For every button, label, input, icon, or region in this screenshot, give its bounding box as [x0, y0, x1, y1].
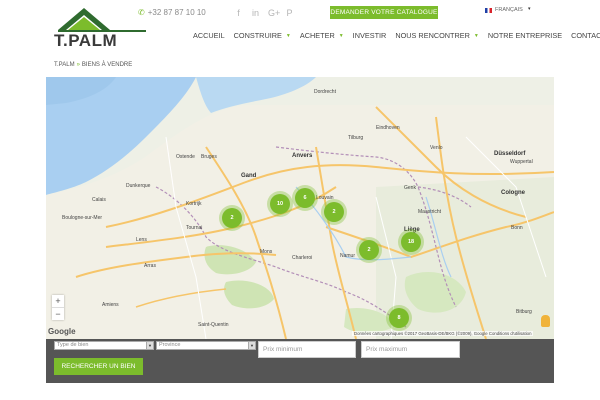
place-label: Bruges — [201, 154, 217, 160]
place-label: Maastricht — [418, 209, 442, 215]
map-tiles — [46, 77, 554, 339]
nav-label: CONTACT — [571, 31, 600, 40]
place-label: Venlo — [430, 145, 443, 151]
place-label: Genk — [404, 185, 416, 191]
nav-label: NOTRE ENTREPRISE — [487, 31, 563, 40]
property-cluster-marker[interactable]: 2 — [222, 208, 242, 228]
nav-item-investir[interactable]: INVESTIR — [353, 31, 387, 40]
property-search-bar: Type de bien ▼ Province ▼ RECHERCHER UN … — [46, 339, 554, 383]
breadcrumb-separator: » — [76, 62, 80, 68]
chevron-down-icon: ▼ — [146, 342, 153, 349]
linkedin-icon[interactable]: in — [251, 8, 260, 18]
place-label: Ostende — [176, 154, 195, 160]
search-property-button[interactable]: RECHERCHER UN BIEN — [54, 358, 143, 375]
chevron-down-icon: ▼ — [285, 32, 291, 39]
property-cluster-marker[interactable]: 8 — [389, 308, 409, 328]
nav-label: INVESTIR — [352, 31, 387, 40]
place-label: Arras — [144, 263, 156, 269]
map-attribution[interactable]: Données cartographiques ©2017 GeoBasis-D… — [352, 331, 534, 336]
chevron-down-icon: ▼ — [473, 32, 479, 39]
property-type-select[interactable]: Type de bien ▼ — [54, 341, 154, 350]
nav-item-acheter[interactable]: ACHETER ▼ — [300, 31, 344, 40]
place-label: Bonn — [511, 225, 523, 231]
place-label: Namur — [340, 253, 356, 259]
property-cluster-marker[interactable]: 2 — [359, 240, 379, 260]
province-value: Province — [159, 342, 181, 348]
chevron-down-icon: ▼ — [248, 342, 255, 349]
place-label: Dordrecht — [314, 89, 336, 95]
place-label: Amiens — [102, 302, 119, 308]
social-links: f in G+ P — [234, 8, 294, 18]
place-label: Mons — [260, 249, 273, 255]
nav-item-construire[interactable]: CONSTRUIRE ▼ — [234, 31, 291, 40]
google-plus-icon[interactable]: G+ — [268, 8, 280, 18]
breadcrumb: T.PALM» BIENS À VENDRE — [54, 62, 132, 68]
phone-icon: ✆ — [138, 8, 145, 17]
language-selector[interactable]: FRANÇAIS — [485, 7, 523, 13]
zoom-in-button[interactable]: + — [52, 295, 64, 307]
place-label: Kortrijk — [186, 201, 202, 207]
street-view-pegman-icon[interactable] — [541, 315, 550, 327]
place-label: Lens — [136, 237, 147, 243]
place-label: Eindhoven — [376, 125, 400, 131]
nav-label: ACHETER — [299, 31, 335, 40]
nav-item-nous-rencontrer[interactable]: NOUS RENCONTRER ▼ — [395, 31, 479, 40]
property-type-value: Type de bien — [57, 342, 89, 348]
property-map[interactable]: Dordrecht Tilburg Eindhoven Venlo Düssel… — [46, 77, 554, 339]
nav-item-accueil[interactable]: ACCUEIL — [193, 31, 225, 40]
language-chevron-down-icon[interactable]: ▾ — [528, 6, 531, 12]
breadcrumb-current: BIENS À VENDRE — [81, 62, 133, 68]
property-cluster-marker[interactable]: 6 — [295, 188, 315, 208]
nav-label: ACCUEIL — [193, 31, 225, 40]
place-label: Saint-Quentin — [198, 322, 229, 328]
logo[interactable]: T.PALM — [54, 6, 150, 50]
phone-number[interactable]: ✆ +32 87 87 10 10 — [138, 8, 206, 17]
map-zoom-control: + − — [52, 295, 64, 320]
chevron-down-icon: ▼ — [338, 32, 344, 39]
property-cluster-marker[interactable]: 2 — [324, 202, 344, 222]
place-label: Anvers — [292, 153, 313, 159]
place-label: Cologne — [501, 190, 525, 196]
place-label: Bitburg — [516, 309, 532, 315]
nav-label: CONSTRUIRE — [233, 31, 282, 40]
zoom-out-button[interactable]: − — [52, 308, 64, 320]
breadcrumb-home[interactable]: T.PALM — [54, 62, 75, 68]
nav-item-notre-entreprise[interactable]: NOTRE ENTREPRISE — [488, 31, 562, 40]
facebook-icon[interactable]: f — [234, 8, 243, 18]
logo-text: T.PALM — [54, 31, 118, 50]
place-label: Charleroi — [292, 255, 313, 261]
property-cluster-marker[interactable]: 10 — [270, 194, 290, 214]
place-label: Tournai — [186, 225, 203, 231]
place-label: Louvain — [316, 195, 334, 201]
place-label: Dunkerque — [126, 183, 151, 189]
french-flag-icon — [485, 7, 492, 13]
place-label: Boulogne-sur-Mer — [62, 215, 103, 221]
nav-item-contact[interactable]: CONTACT — [571, 31, 600, 40]
phone-text: +32 87 87 10 10 — [147, 8, 206, 17]
place-label: Gand — [241, 173, 257, 179]
nav-label: NOUS RENCONTRER — [395, 31, 470, 40]
language-label: FRANÇAIS — [495, 7, 523, 13]
place-label: Tilburg — [348, 135, 364, 141]
price-max-input[interactable] — [361, 341, 460, 358]
page: T.PALM ✆ +32 87 87 10 10 f in G+ P DEMAND… — [0, 0, 600, 400]
place-label: Calais — [92, 197, 106, 203]
place-label: Wuppertal — [510, 159, 533, 165]
price-min-input[interactable] — [258, 341, 356, 358]
pinterest-icon[interactable]: P — [285, 8, 294, 18]
province-select[interactable]: Province ▼ — [156, 341, 256, 350]
main-nav: ACCUEIL CONSTRUIRE ▼ ACHETER ▼ INVESTIR NO… — [193, 31, 600, 40]
request-catalog-button[interactable]: DEMANDER VOTRE CATALOGUE — [330, 6, 438, 19]
google-logo[interactable]: Google — [48, 327, 76, 336]
logo-roof-icon — [58, 8, 146, 32]
place-label: Düsseldorf — [494, 151, 526, 157]
property-cluster-marker[interactable]: 18 — [401, 232, 421, 252]
